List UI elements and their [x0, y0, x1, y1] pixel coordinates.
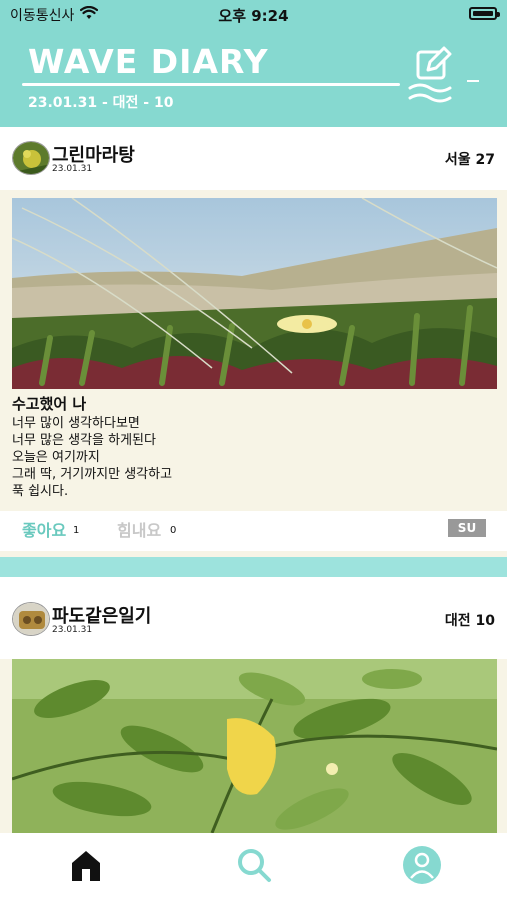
compose-wave-icon[interactable] [406, 46, 462, 104]
diary-photo [12, 198, 497, 389]
like-button[interactable]: 좋아요 [22, 517, 66, 541]
post-date: 23.01.31 [52, 625, 93, 635]
post-divider [0, 557, 507, 577]
diary-card[interactable]: 파도같은일기 23.01.31 대전 10 [0, 577, 507, 833]
reaction-bar: 좋아요 1 힘내요 0 SU [0, 511, 507, 551]
battery-icon [469, 7, 500, 20]
diary-title: 수고했어 나 [12, 395, 87, 413]
location-temperature: 서울 27 [444, 152, 495, 168]
profile-icon[interactable] [402, 845, 442, 885]
header-dash [467, 80, 479, 82]
avatar[interactable] [12, 141, 50, 175]
cheer-button[interactable]: 힘내요 [117, 517, 161, 541]
location-temperature: 대전 10 [444, 613, 495, 629]
avatar[interactable] [12, 602, 50, 636]
app-screen: 이동통신사 오후 9:24 WAVE DIARY 23.01.31 - 대전 -… [0, 0, 507, 900]
diary-photo [12, 659, 497, 833]
card-header: 파도같은일기 23.01.31 대전 10 [0, 577, 507, 659]
status-bar: 이동통신사 오후 9:24 [0, 0, 507, 28]
header: 이동통신사 오후 9:24 WAVE DIARY 23.01.31 - 대전 -… [0, 0, 507, 127]
title-underline [22, 83, 400, 86]
tab-bar [0, 833, 507, 900]
author-tag[interactable]: SU [448, 519, 486, 537]
today-summary: 23.01.31 - 대전 - 10 [28, 95, 174, 111]
search-icon[interactable] [234, 845, 274, 885]
app-title: WAVE DIARY [28, 42, 269, 81]
clock: 오후 9:24 [218, 7, 289, 25]
cheer-count: 0 [170, 525, 177, 536]
card-header: 그린마라탕 23.01.31 서울 27 [0, 127, 507, 190]
home-icon[interactable] [66, 845, 106, 885]
diary-feed[interactable]: 그린마라탕 23.01.31 서울 27 수고했어 나 너무 많이 생각하다보면… [0, 127, 507, 833]
like-count: 1 [73, 525, 80, 536]
diary-body: 너무 많이 생각하다보면 너무 많은 생각을 하게된다 오늘은 여기까지 그래 … [12, 416, 173, 499]
diary-card[interactable]: 그린마라탕 23.01.31 서울 27 수고했어 나 너무 많이 생각하다보면… [0, 127, 507, 557]
post-date: 23.01.31 [52, 164, 93, 174]
